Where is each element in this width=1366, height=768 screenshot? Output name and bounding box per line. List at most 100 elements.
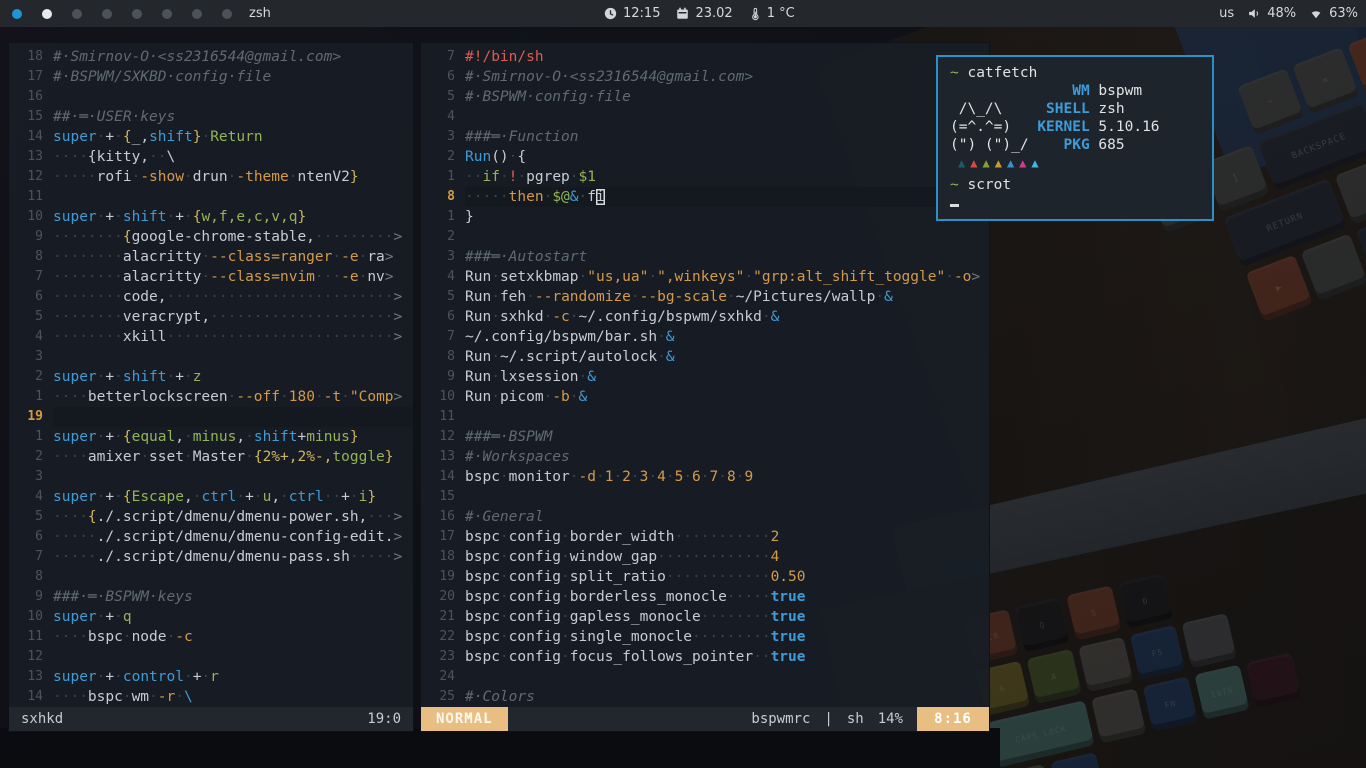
line-text: #·General	[465, 507, 989, 527]
line-number: 24	[421, 667, 465, 687]
statusline-position: 19:0	[367, 711, 401, 727]
line-text: bspc·config·split_ratio············0.50	[465, 567, 989, 587]
line-text: Run·feh·--randomize·--bg-scale·~/Picture…	[465, 287, 989, 307]
line-text	[53, 347, 413, 367]
line-text: #·Smirnov-O·<ss2316544@gmail.com>	[53, 47, 413, 67]
line-number: 15	[9, 107, 53, 127]
terminal-window-bspwmrc[interactable]: 7#!/bin/sh6#·Smirnov-O·<ss2316544@gmail.…	[420, 42, 990, 732]
line-text: Run·~/.script/autolock·&	[465, 347, 989, 367]
keyboard-layout-indicator[interactable]: us	[1219, 6, 1234, 21]
statusline-filename: sxhkd	[21, 711, 63, 727]
ascii-cat-art	[950, 83, 1037, 99]
catfetch-row: WM bspwm	[950, 82, 1200, 100]
editor-line: 10super·+·q	[9, 607, 413, 627]
line-number: 3	[9, 347, 53, 367]
fetch-label: SHELL	[1037, 101, 1089, 117]
editor-line: 4········xkill··························…	[9, 327, 413, 347]
line-number: 25	[421, 687, 465, 707]
workspace-dot-empty[interactable]	[132, 9, 142, 19]
line-text: #!/bin/sh	[465, 47, 989, 67]
workspace-dot-empty[interactable]	[102, 9, 112, 19]
line-text: ····{kitty,··\	[53, 147, 413, 167]
line-text: bspc·config·single_monocle·········true	[465, 627, 989, 647]
workspace-dot-focused[interactable]	[12, 9, 22, 19]
vim-mode-badge: NORMAL	[421, 707, 508, 731]
statusline-separator: |	[824, 711, 832, 727]
line-number: 2	[421, 227, 465, 247]
terminal-cursor	[950, 204, 959, 207]
floating-terminal-catfetch[interactable]: ~ catfetch WM bspwm /\_/\ SHELL zsh(=^.^…	[936, 55, 1214, 221]
line-number: 5	[9, 507, 53, 527]
line-text	[53, 407, 413, 427]
line-text: ~/.config/bspwm/bar.sh·&	[465, 327, 989, 347]
editor-line: 3###═·Function	[421, 127, 989, 147]
editor-line: 6·····./.script/dmenu/dmenu-config-edit.…	[9, 527, 413, 547]
line-text: bspc·monitor·-d·1·2·3·4·5·6·7·8·9	[465, 467, 989, 487]
prompt-line-catfetch: ~ catfetch	[950, 64, 1200, 82]
line-number: 11	[9, 187, 53, 207]
workspace-dot-occupied[interactable]	[42, 9, 52, 19]
line-number: 18	[421, 547, 465, 567]
line-number: 9	[9, 587, 53, 607]
editor-line: 17#·BSPWM/SXKBD·config·file	[9, 67, 413, 87]
editor-line: 15	[421, 487, 989, 507]
line-number: 6	[9, 287, 53, 307]
line-number: 4	[421, 107, 465, 127]
line-text: bspc·config·borderless_monocle·····true	[465, 587, 989, 607]
line-text: Run()·{	[465, 147, 989, 167]
line-number: 7	[421, 327, 465, 347]
line-text	[465, 227, 989, 247]
temperature-module: 1 °C	[749, 6, 795, 21]
line-text: #·BSPWM/SXKBD·config·file	[53, 67, 413, 87]
line-number: 8	[9, 247, 53, 267]
line-number: 8	[421, 187, 465, 207]
line-number: 15	[421, 487, 465, 507]
line-text	[53, 567, 413, 587]
editor-line: 15##·═·USER·keys	[9, 107, 413, 127]
line-number: 9	[9, 227, 53, 247]
focused-window-title: zsh	[249, 6, 271, 21]
editor-line: 7#!/bin/sh	[421, 47, 989, 67]
editor-line: 22bspc·config·single_monocle·········tru…	[421, 627, 989, 647]
line-number: 22	[421, 627, 465, 647]
network-module[interactable]: 63%	[1309, 6, 1358, 21]
temperature-text: 1 °C	[767, 6, 795, 21]
editor-buffer-bspwmrc[interactable]: 7#!/bin/sh6#·Smirnov-O·<ss2316544@gmail.…	[421, 43, 989, 707]
editor-line: 4super·+·{Escape,·ctrl·+·u,·ctrl··+·i}	[9, 487, 413, 507]
line-number: 6	[421, 307, 465, 327]
workspace-dot-empty[interactable]	[162, 9, 172, 19]
line-text: ###·═·BSPWM·keys	[53, 587, 413, 607]
line-number: 14	[421, 467, 465, 487]
volume-module[interactable]: 48%	[1247, 6, 1296, 21]
line-number: 18	[9, 47, 53, 67]
line-number: 13	[421, 447, 465, 467]
line-number: 16	[9, 87, 53, 107]
line-text: #·Colors	[465, 687, 989, 707]
catfetch-row: /\_/\ SHELL zsh	[950, 100, 1200, 118]
editor-line: 11····bspc·node·-c	[9, 627, 413, 647]
line-number: 1	[9, 427, 53, 447]
workspace-dot-empty[interactable]	[192, 9, 202, 19]
line-number: 17	[9, 67, 53, 87]
date-text: 23.02	[695, 6, 732, 21]
editor-line: 8········alacritty·--class=ranger·-e·ra>	[9, 247, 413, 267]
line-number: 8	[9, 567, 53, 587]
line-number: 16	[421, 507, 465, 527]
editor-line: 3###═·Autostart	[421, 247, 989, 267]
statusline-right: NORMAL bspwmrc | sh 14% 8:16	[421, 707, 989, 731]
line-number: 7	[421, 47, 465, 67]
editor-buffer-sxhkd[interactable]: 18#·Smirnov-O·<ss2316544@gmail.com>17#·B…	[9, 43, 413, 707]
line-text: super·+·{_,shift}·Return	[53, 127, 413, 147]
editor-line: 23bspc·config·focus_follows_pointer··tru…	[421, 647, 989, 667]
workspace-dot-empty[interactable]	[72, 9, 82, 19]
line-text: super·+·control·+·r	[53, 667, 413, 687]
workspace-dot-empty[interactable]	[222, 9, 232, 19]
palette-triangle-icon: ▲	[958, 157, 965, 169]
date-module: 23.02	[676, 6, 732, 21]
line-number: 19	[421, 567, 465, 587]
line-text: ········{google-chrome-stable,·········>	[53, 227, 413, 247]
terminal-window-sxhkd[interactable]: 18#·Smirnov-O·<ss2316544@gmail.com>17#·B…	[8, 42, 414, 732]
command-scrot: scrot	[967, 177, 1011, 193]
line-number: 3	[421, 127, 465, 147]
line-text: super·+·shift·+·{w,f,e,c,v,q}	[53, 207, 413, 227]
